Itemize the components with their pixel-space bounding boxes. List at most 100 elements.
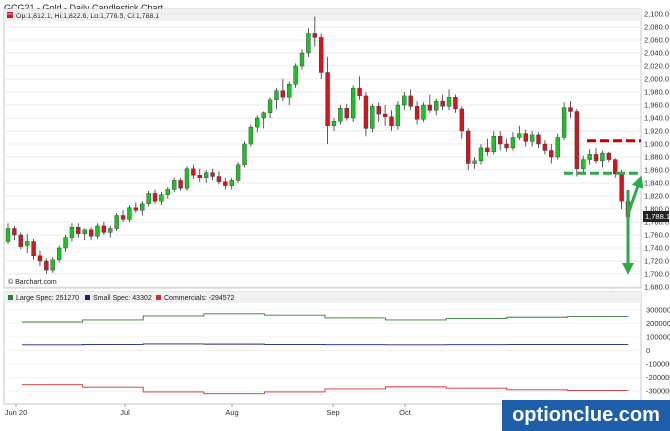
candle-body — [287, 83, 292, 98]
candle-body — [536, 134, 541, 145]
candle-body — [5, 228, 11, 242]
candle-body — [581, 159, 586, 169]
candle-body — [600, 152, 605, 162]
candle-body — [370, 106, 375, 129]
candle-body — [529, 134, 535, 142]
candle-body — [440, 100, 445, 107]
candle-body — [587, 154, 592, 160]
candle-body — [510, 137, 516, 149]
candle-body — [101, 225, 107, 233]
candle-body — [127, 207, 132, 220]
candle-body — [159, 194, 164, 202]
candle — [184, 166, 190, 191]
cot-tick-label: 300000 — [646, 305, 670, 314]
candle-body — [280, 90, 286, 98]
gold-chart: GCG21 - Gold - Daily Candlestick Chart O… — [0, 0, 670, 431]
candle-body — [427, 104, 433, 111]
watermark: optionclue.com — [502, 400, 670, 431]
price-tick-label: 1,700.0 — [644, 270, 669, 279]
candle-body — [261, 112, 266, 119]
candle — [561, 102, 567, 141]
candle-body — [210, 172, 215, 177]
price-tick-label: 1,960.0 — [644, 101, 669, 110]
candle — [242, 141, 247, 168]
legend-swatch — [156, 295, 161, 300]
candle-body — [478, 147, 484, 162]
candle-body — [568, 107, 573, 112]
candle-body — [44, 260, 49, 271]
last-price-label: 1,788.1 — [645, 212, 670, 221]
candle-body — [274, 90, 279, 100]
cot-tick-label: 100000 — [646, 332, 670, 341]
candle-body — [191, 168, 196, 176]
cot-series-line — [22, 343, 629, 346]
candle-body — [114, 215, 119, 229]
cot-tick-label: -200000 — [646, 373, 670, 382]
candle-body — [76, 226, 81, 234]
candle-body — [184, 168, 190, 189]
candle — [293, 63, 298, 89]
candle-body — [293, 65, 298, 85]
price-tick-label: 1,880.0 — [644, 153, 669, 162]
candle-body — [152, 193, 158, 202]
price-tick-label: 2,060.0 — [644, 36, 669, 45]
candle-body — [235, 164, 241, 181]
candle — [421, 102, 426, 122]
candle — [18, 232, 23, 250]
candle — [127, 205, 132, 222]
candle-body — [223, 181, 228, 186]
candle-body — [549, 150, 554, 158]
candle-body — [242, 143, 247, 165]
candle-body — [446, 96, 452, 107]
candle-body — [485, 147, 490, 152]
candle — [574, 108, 580, 177]
candle-body — [555, 137, 560, 158]
candle-body — [267, 99, 273, 114]
candle-body — [344, 108, 349, 119]
price-tick-label: 2,080.0 — [644, 23, 669, 32]
price-tick-label: 1,760.0 — [644, 231, 669, 240]
price-tick-label: 1,900.0 — [644, 140, 669, 149]
candle-body — [414, 106, 420, 120]
x-tick-label: Aug — [225, 408, 238, 417]
candle-body — [255, 117, 260, 128]
candle-body — [338, 108, 343, 122]
candle-body — [542, 143, 548, 151]
candle-body — [402, 95, 407, 106]
candle-body — [523, 133, 528, 142]
candle-body — [593, 154, 599, 162]
candle-body — [248, 126, 254, 145]
candle-body — [389, 116, 394, 126]
candle-body — [363, 95, 369, 129]
candle-body — [24, 241, 30, 246]
candle — [235, 162, 241, 183]
candle-body — [37, 255, 43, 262]
candle-body — [172, 180, 177, 190]
candle-body — [497, 135, 503, 145]
candle — [350, 85, 356, 122]
candle-body — [453, 96, 458, 110]
candle-body — [120, 215, 126, 220]
candle-body — [376, 106, 381, 115]
candle-body — [561, 107, 567, 138]
candle — [395, 101, 401, 130]
candle-body — [12, 228, 17, 236]
candle-body — [312, 33, 317, 38]
price-tick-label: 1,980.0 — [644, 88, 669, 97]
price-tick-label: 1,740.0 — [644, 244, 669, 253]
candle — [319, 33, 324, 79]
candle-body — [229, 180, 234, 186]
cot-tick-label: 0 — [646, 346, 650, 355]
x-tick-label: Oct — [399, 408, 412, 417]
candle-body — [69, 226, 75, 238]
legend-swatch — [8, 295, 13, 300]
price-tick-label: 1,940.0 — [644, 114, 669, 123]
price-tick-label: 1,860.0 — [644, 166, 669, 175]
candle — [56, 245, 62, 263]
candle-body — [50, 259, 55, 271]
candle-body — [382, 113, 388, 117]
x-tick-label: Jul — [120, 408, 130, 417]
legend-swatch — [85, 295, 90, 300]
candle-body — [421, 104, 426, 120]
price-tick-label: 1,820.0 — [644, 192, 669, 201]
